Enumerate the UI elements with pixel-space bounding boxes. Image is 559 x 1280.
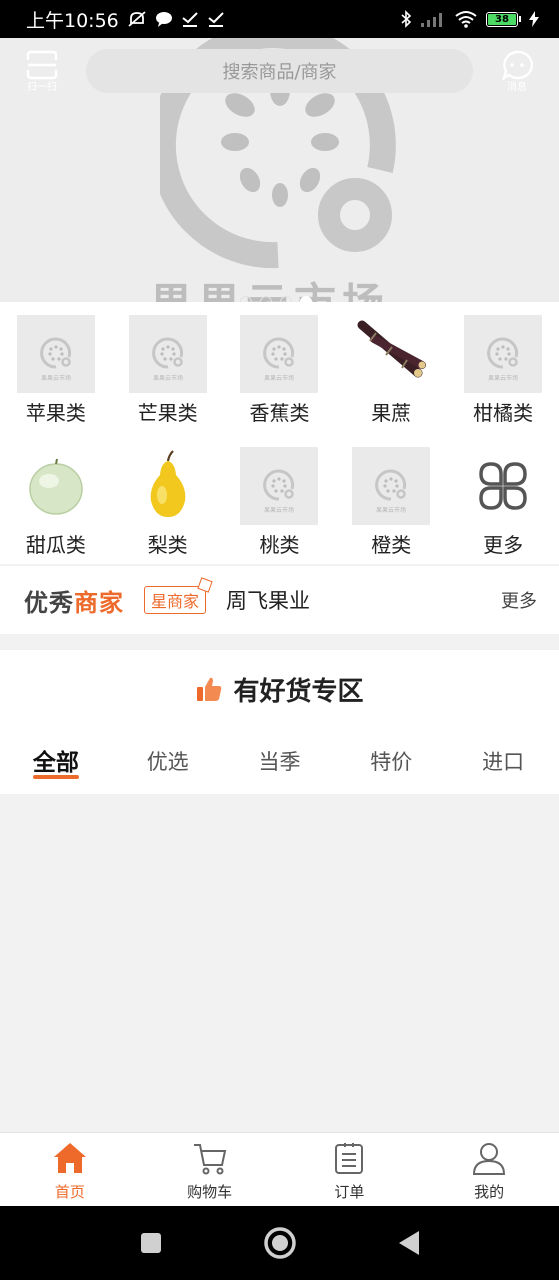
category-item[interactable]: 果果云市场 柑橘类 xyxy=(447,302,559,434)
recent-apps-icon[interactable] xyxy=(139,1231,163,1255)
nav-label: 购物车 xyxy=(187,1183,233,1201)
category-item[interactable]: 果果云市场 桃类 xyxy=(224,434,336,564)
tab-3[interactable]: 特价 xyxy=(335,728,447,794)
svg-text:果果云市场: 果果云市场 xyxy=(153,374,183,382)
svg-text:果果云市场: 果果云市场 xyxy=(488,374,518,382)
nav-item-profile[interactable]: 我的 xyxy=(419,1133,559,1206)
battery-level: 38 xyxy=(488,13,516,25)
category-item[interactable]: 果果云市场 香蕉类 xyxy=(224,302,336,434)
merchants-more-link[interactable]: 更多 xyxy=(501,587,537,613)
download-done-icon-2 xyxy=(208,12,224,27)
category-label: 柑橘类 xyxy=(473,401,534,425)
nav-item-order[interactable]: 订单 xyxy=(280,1133,420,1206)
category-label: 橙类 xyxy=(371,533,412,557)
category-image: 果果云市场 xyxy=(16,315,95,393)
system-navigation-bar xyxy=(0,1206,559,1280)
battery-indicator: 38 xyxy=(486,11,521,27)
thumbs-up-icon xyxy=(197,677,222,701)
message-button[interactable]: 消息 xyxy=(497,50,537,93)
featured-merchants-bar[interactable]: 优秀商家 星商家 周飞果业 更多 xyxy=(0,566,559,634)
svg-text:果果云市场: 果果云市场 xyxy=(264,374,294,382)
good-goods-section: 有好货专区 全部 优选 当季 特价 进口 xyxy=(0,650,559,794)
svg-text:果果云市场: 果果云市场 xyxy=(264,506,294,514)
category-label: 苹果类 xyxy=(25,401,86,425)
nav-label: 首页 xyxy=(54,1183,85,1201)
category-label: 更多 xyxy=(483,533,524,557)
message-label: 消息 xyxy=(507,81,527,93)
mute-icon xyxy=(128,11,146,27)
chat-bubble-icon xyxy=(155,12,172,27)
tab-0[interactable]: 全部 xyxy=(0,728,112,794)
tab-label: 当季 xyxy=(258,750,301,774)
category-image xyxy=(129,447,207,525)
status-time: 上午10:56 xyxy=(26,9,119,32)
merchants-title: 优秀商家 xyxy=(24,588,124,617)
tab-label: 全部 xyxy=(32,750,79,776)
category-image xyxy=(17,447,95,525)
nav-label: 我的 xyxy=(474,1183,505,1201)
scan-button[interactable]: 扫一扫 xyxy=(22,50,62,93)
category-label: 桃类 xyxy=(259,533,300,557)
tab-4[interactable]: 进口 xyxy=(447,728,559,794)
charging-icon xyxy=(529,11,539,27)
svg-text:果果云市场: 果果云市场 xyxy=(376,506,406,514)
scan-label: 扫一扫 xyxy=(27,81,57,93)
category-item[interactable]: 果果云市场 芒果类 xyxy=(112,302,224,434)
home-icon xyxy=(52,1141,88,1179)
category-item[interactable]: 果蔗 xyxy=(335,302,447,434)
category-item[interactable]: 果果云市场 橙类 xyxy=(335,434,447,564)
nav-item-cart[interactable]: 购物车 xyxy=(140,1133,280,1206)
bluetooth-icon xyxy=(401,10,412,28)
category-label: 果蔗 xyxy=(371,401,412,425)
category-image: 果果云市场 xyxy=(240,447,319,525)
profile-icon xyxy=(471,1141,507,1179)
back-icon[interactable] xyxy=(397,1230,421,1256)
category-grid: 果果云市场 苹果类 果果云市场 芒果类 果果云市场 香蕉类 果蔗 果果云市场 柑橘类 甜瓜类 梨类果… xyxy=(0,302,559,564)
tab-label: 进口 xyxy=(482,750,525,774)
message-icon xyxy=(502,50,533,80)
category-item[interactable]: 梨类 xyxy=(112,434,224,564)
tab-label: 特价 xyxy=(370,750,413,774)
category-item[interactable]: 果果云市场 苹果类 xyxy=(0,302,112,434)
svg-text:果果云市场: 果果云市场 xyxy=(41,374,71,382)
signal-icon xyxy=(421,13,442,27)
order-icon xyxy=(331,1141,367,1179)
category-image: 果果云市场 xyxy=(128,315,207,393)
tab-2[interactable]: 当季 xyxy=(224,728,336,794)
category-image: 果果云市场 xyxy=(240,315,319,393)
bottom-navigation: 首页 购物车 订单 我的 xyxy=(0,1132,559,1206)
nav-item-home[interactable]: 首页 xyxy=(0,1133,140,1206)
good-goods-title: 有好货专区 xyxy=(233,676,364,707)
status-bar: 上午10:56 38 xyxy=(0,0,559,38)
download-done-icon xyxy=(182,12,198,27)
nav-label: 订单 xyxy=(334,1183,365,1201)
tab-label: 优选 xyxy=(146,750,189,774)
category-label: 甜瓜类 xyxy=(25,533,86,557)
category-image xyxy=(352,315,430,393)
more-grid-icon xyxy=(464,447,542,525)
category-image: 果果云市场 xyxy=(464,315,543,393)
star-merchant-badge: 星商家 xyxy=(144,586,207,614)
home-circle-icon[interactable] xyxy=(263,1226,297,1260)
top-bar: 扫一扫 搜索商品/商家 消息 xyxy=(0,38,559,104)
notification-icons xyxy=(127,10,225,28)
category-label: 芒果类 xyxy=(137,401,198,425)
category-item[interactable]: 甜瓜类 xyxy=(0,434,112,564)
category-item[interactable]: 更多 xyxy=(447,434,559,564)
system-icons: 38 xyxy=(400,10,539,28)
wifi-icon xyxy=(455,11,477,28)
cart-icon xyxy=(192,1141,228,1179)
category-label: 梨类 xyxy=(147,533,188,557)
active-tab-underline xyxy=(32,775,79,779)
search-input[interactable]: 搜索商品/商家 xyxy=(86,49,473,93)
category-label: 香蕉类 xyxy=(249,401,310,425)
good-goods-tabs: 全部 优选 当季 特价 进口 xyxy=(0,728,559,794)
scan-icon xyxy=(26,50,58,79)
good-goods-header: 有好货专区 xyxy=(0,650,559,728)
category-image: 果果云市场 xyxy=(352,447,431,525)
tab-1[interactable]: 优选 xyxy=(112,728,224,794)
merchant-name[interactable]: 周飞果业 xyxy=(226,585,310,615)
